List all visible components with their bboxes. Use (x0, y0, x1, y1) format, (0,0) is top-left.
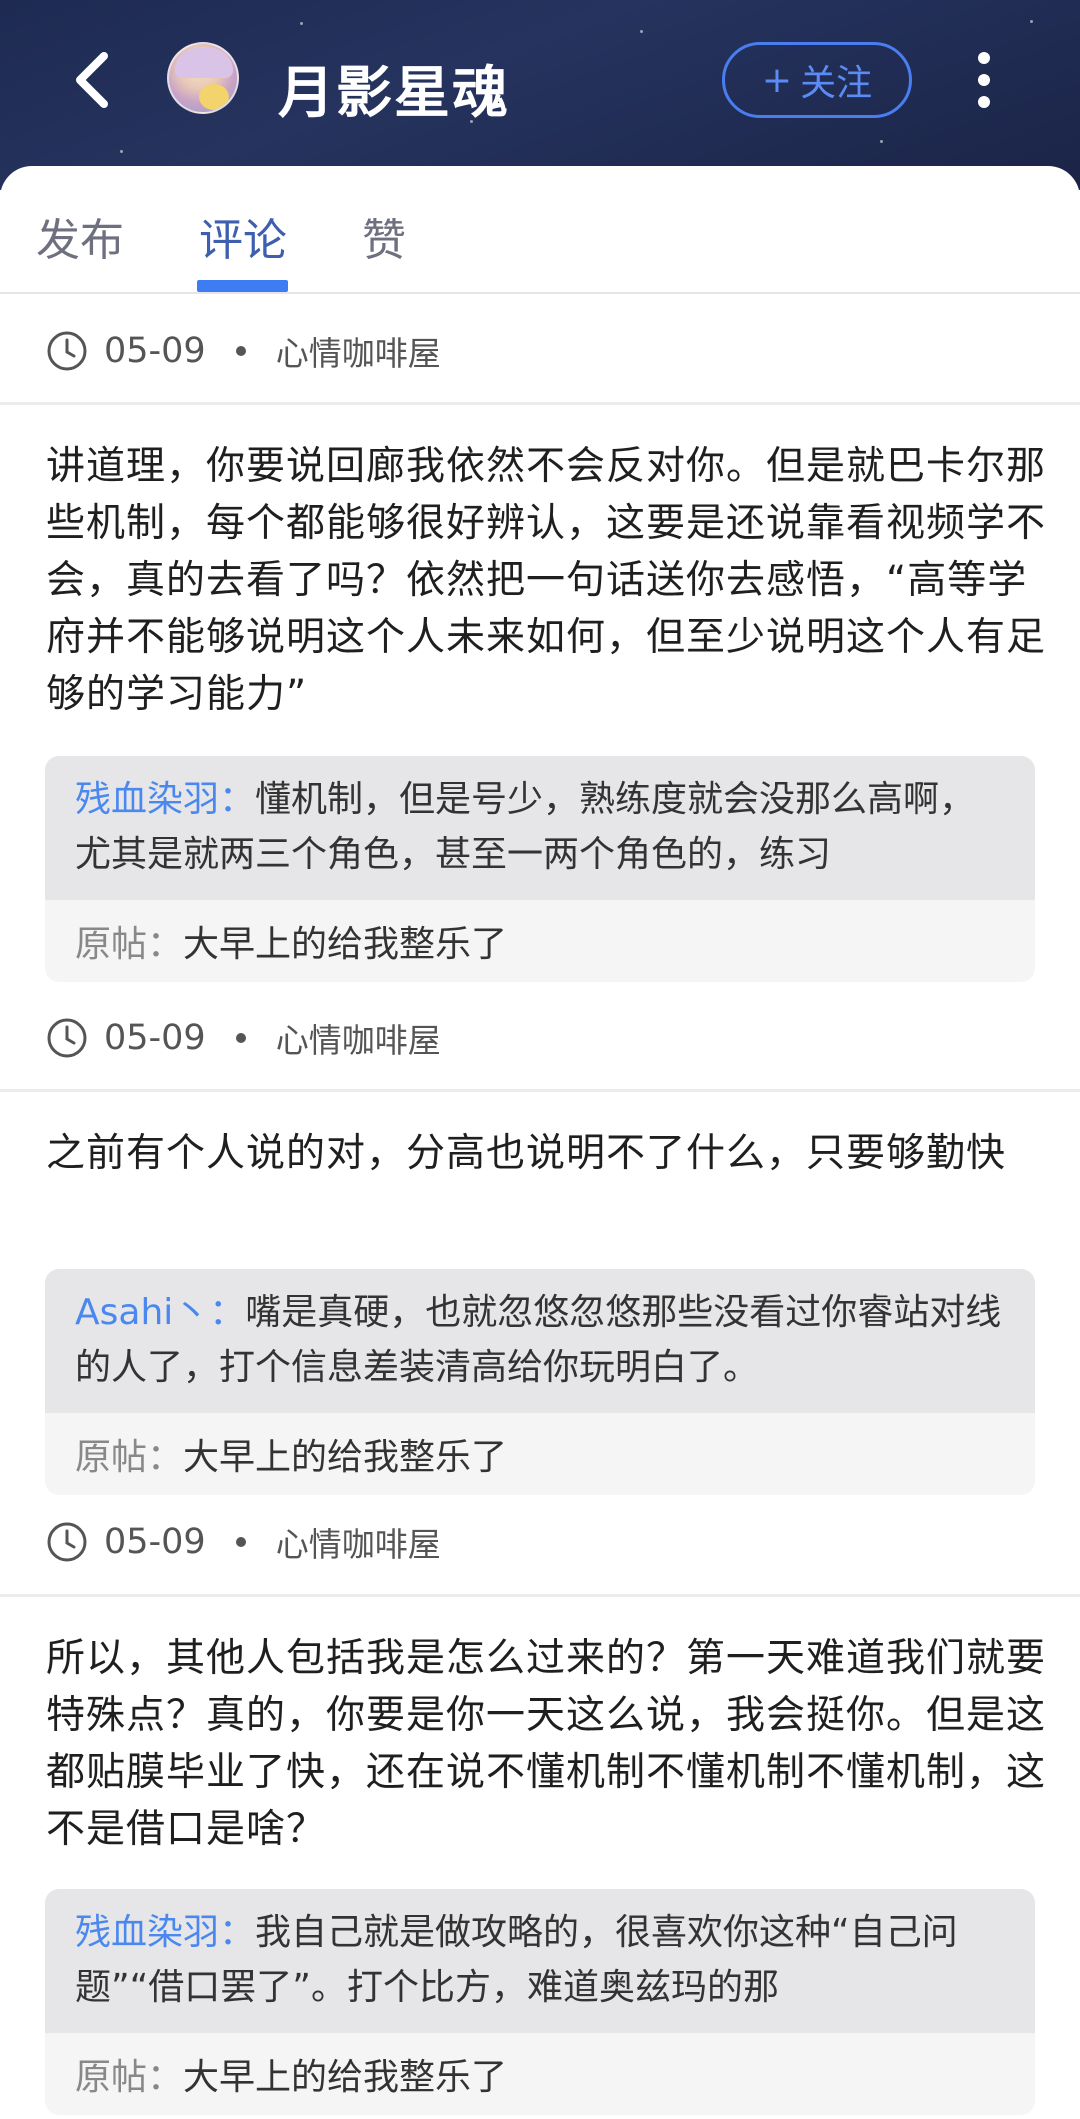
board-link[interactable]: 心情咖啡屋 (276, 1518, 441, 1566)
divider (0, 402, 1080, 405)
star-decoration (300, 22, 303, 25)
original-post[interactable]: 原帖： 大早上的给我整乐了 (45, 900, 1035, 982)
comment-date: 05-09 (104, 331, 206, 371)
board-link[interactable]: 心情咖啡屋 (276, 1014, 441, 1062)
comment-text[interactable]: 讲道理，你要说回廊我依然不会反对你。但是就巴卡尔那些机制，每个都能够很好辨认，这… (46, 438, 1046, 723)
tab-comments[interactable]: 评论 (199, 204, 287, 268)
divider (0, 1594, 1080, 1597)
tab-likes[interactable]: 赞 (362, 204, 406, 268)
quoted-reply[interactable]: 残血染羽：我自己就是做攻略的，很喜欢你这种“自己问题”“借口罢了”。打个比方，难… (45, 1889, 1035, 2115)
comment-meta: 05-09 心情咖啡屋 (46, 1514, 441, 1570)
original-post-title: 大早上的给我整乐了 (183, 2057, 508, 2098)
active-tab-indicator (197, 280, 288, 292)
back-chevron-icon (76, 52, 108, 108)
original-post-label: 原帖： (75, 2057, 184, 2098)
separator-dot (235, 346, 246, 356)
reply-content: 残血染羽：懂机制，但是号少，熟练度就会没那么高啊，尤其是就两三个角色，甚至一两个… (45, 756, 1035, 900)
separator-dot (235, 1537, 246, 1547)
original-post[interactable]: 原帖： 大早上的给我整乐了 (45, 2033, 1035, 2115)
more-vertical-icon[interactable] (966, 48, 1002, 112)
separator-dot (235, 1033, 246, 1043)
profile-header: 月影星魂 + 关注 (0, 0, 1080, 190)
plus-icon: + (761, 59, 793, 101)
follow-button[interactable]: + 关注 (722, 42, 912, 118)
clock-icon (47, 331, 87, 371)
original-post-title: 大早上的给我整乐了 (183, 924, 508, 965)
tab-posts[interactable]: 发布 (36, 204, 124, 268)
comment-meta: 05-09 心情咖啡屋 (46, 323, 441, 379)
clock-icon (47, 1018, 87, 1058)
reply-author[interactable]: 残血染羽： (75, 779, 255, 820)
comment-date: 05-09 (104, 1522, 206, 1562)
comment-meta: 05-09 心情咖啡屋 (46, 1010, 441, 1066)
comment-text[interactable]: 之前有个人说的对，分高也说明不了什么，只要够勤快 (46, 1125, 1046, 1182)
reply-content: Asahi丶：嘴是真硬，也就忽悠忽悠那些没看过你睿站对线的人了，打个信息差装清高… (45, 1269, 1035, 1413)
original-post-label: 原帖： (75, 1437, 184, 1478)
star-decoration (880, 140, 883, 143)
profile-name: 月影星魂 (278, 61, 510, 126)
follow-label: 关注 (800, 63, 873, 104)
back-button[interactable] (62, 50, 122, 110)
star-decoration (640, 30, 643, 33)
tab-bar: 发布 评论 赞 (0, 166, 1080, 294)
clock-icon (47, 1522, 87, 1562)
star-decoration (1030, 20, 1033, 23)
original-post[interactable]: 原帖： 大早上的给我整乐了 (45, 1413, 1035, 1495)
reply-author[interactable]: Asahi丶： (75, 1292, 245, 1333)
quoted-reply[interactable]: 残血染羽：懂机制，但是号少，熟练度就会没那么高啊，尤其是就两三个角色，甚至一两个… (45, 756, 1035, 982)
avatar[interactable] (167, 42, 239, 114)
comment-text[interactable]: 所以，其他人包括我是怎么过来的？第一天难道我们就要特殊点？真的，你要是你一天这么… (46, 1630, 1046, 1858)
star-decoration (120, 150, 123, 153)
reply-author[interactable]: 残血染羽： (75, 1912, 255, 1953)
divider (0, 1089, 1080, 1092)
quoted-reply[interactable]: Asahi丶：嘴是真硬，也就忽悠忽悠那些没看过你睿站对线的人了，打个信息差装清高… (45, 1269, 1035, 1495)
comment-date: 05-09 (104, 1018, 206, 1058)
original-post-label: 原帖： (75, 924, 184, 965)
board-link[interactable]: 心情咖啡屋 (276, 327, 441, 375)
original-post-title: 大早上的给我整乐了 (183, 1437, 508, 1478)
reply-content: 残血染羽：我自己就是做攻略的，很喜欢你这种“自己问题”“借口罢了”。打个比方，难… (45, 1889, 1035, 2033)
